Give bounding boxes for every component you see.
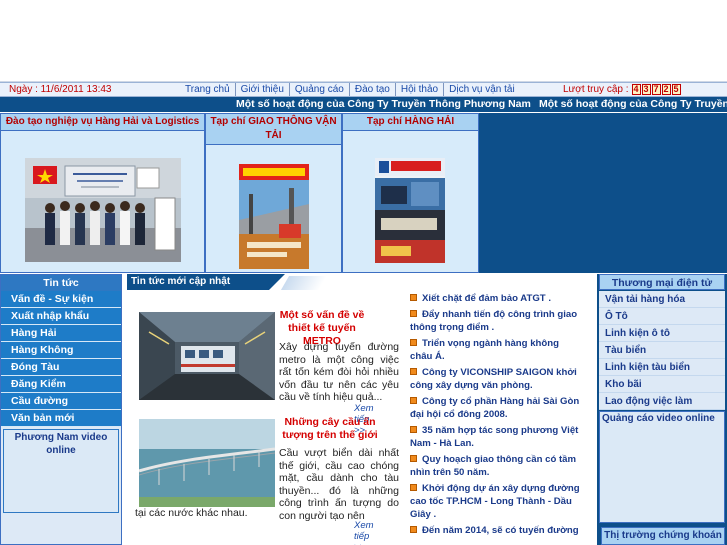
ecommerce-warehouse[interactable]: Kho bãi <box>599 376 725 393</box>
story-bridges-body: Cầu vượt biển dài nhất thế giới, cầu cao… <box>279 447 399 522</box>
stock-market-header[interactable]: Thị trường chứng khoán <box>601 527 725 545</box>
video-online-box: Phương Nam video online <box>3 429 119 513</box>
news-headline[interactable]: Xiết chặt để đảm bảo ATGT . <box>410 292 580 305</box>
bullet-icon <box>410 484 417 491</box>
story-metro-body: Xây dựng tuyến đường metro là một công v… <box>279 341 399 403</box>
marquee-text[interactable]: Một số hoạt động của Công Ty Truyền Thôn… <box>236 97 531 112</box>
category-aviation[interactable]: Hàng Không <box>1 342 121 359</box>
bullet-icon <box>410 368 417 375</box>
left-sidebar: Tin tức Vấn đề - Sự kiện Xuất nhập khẩu … <box>0 274 122 545</box>
news-marquee[interactable]: Một số hoạt động của Công Ty Truyền Thôn… <box>0 97 727 112</box>
menu-about[interactable]: Giới thiệu <box>236 83 290 96</box>
news-headline[interactable]: Công ty cổ phần Hàng hải Sài Gòn đại hội… <box>410 395 580 421</box>
promo-hanghai-title[interactable]: Tạp chí HÀNG HẢI <box>343 114 478 131</box>
news-headline[interactable]: Đến năm 2014, sẽ có tuyến đường <box>410 524 580 537</box>
promo-training-title[interactable]: Đào tạo nghiệp vụ Hàng Hải và Logistics <box>1 114 204 131</box>
video-player-area[interactable] <box>8 459 114 511</box>
news-headline[interactable]: Đẩy nhanh tiến độ công trình giao thông … <box>410 308 580 334</box>
story-bridges-title[interactable]: Những cây cầu ấn tượng trên thế giới <box>277 416 383 442</box>
latest-news-header: Tin tức mới cập nhật <box>127 274 328 290</box>
visit-counter: Lượt truy cập : 4 3 7 2 5 <box>563 83 682 96</box>
news-headline[interactable]: Triển vọng ngành hàng không châu Á. <box>410 337 580 363</box>
date-time: Ngày : 11/6/2011 13:43 <box>9 84 112 95</box>
video-online-title: Phương Nam video online <box>14 432 108 456</box>
gtvt-magazine-cover[interactable] <box>239 164 309 269</box>
visit-counter-label: Lượt truy cập : <box>563 84 629 95</box>
menu-advertising[interactable]: Quảng cáo <box>290 83 350 96</box>
menu-home[interactable]: Trang chủ <box>180 83 236 96</box>
menu-seminar[interactable]: Hội thảo <box>396 83 445 96</box>
main-content: Tin tức mới cập nhật Một số vấn đề về th… <box>127 274 595 545</box>
top-banner <box>0 0 727 82</box>
ecommerce-cars[interactable]: Ô Tô <box>599 308 725 325</box>
menu-transport-services[interactable]: Dịch vụ vận tải <box>444 83 520 96</box>
counter-digit: 3 <box>641 84 651 95</box>
category-import-export[interactable]: Xuất nhập khẩu <box>1 308 121 325</box>
video-ads-box: Quảng cáo video online <box>599 411 725 523</box>
ecommerce-header: Thương mại điện tử <box>599 274 725 290</box>
ecommerce-ships[interactable]: Tàu biển <box>599 342 725 359</box>
ecommerce-jobs[interactable]: Lao động việc làm <box>599 393 725 410</box>
news-headline[interactable]: 35 năm hợp tác song phương Việt Nam - Hà… <box>410 424 580 450</box>
promo-training[interactable]: Đào tạo nghiệp vụ Hàng Hải và Logistics <box>0 113 205 273</box>
news-headline[interactable]: Công ty VICONSHIP SAIGON khởi công xây d… <box>410 366 580 392</box>
story-bridges-more-link[interactable]: Xem tiếp >> <box>354 520 374 545</box>
promo-gtvt-title[interactable]: Tạp chí GIAO THÔNG VẬN TẢI <box>206 114 341 145</box>
ecommerce-menu: Vận tải hàng hóa Ô Tô Linh kiện ô tô Tàu… <box>599 291 725 410</box>
category-maritime[interactable]: Hàng Hải <box>1 325 121 342</box>
bullet-icon <box>410 526 417 533</box>
bullet-icon <box>410 397 417 404</box>
video-ads-title: Quảng cáo video online <box>602 413 715 424</box>
bullet-icon <box>410 455 417 462</box>
category-bridges-roads[interactable]: Cầu đường <box>1 393 121 410</box>
counter-digit: 2 <box>661 84 671 95</box>
ecommerce-ship-parts[interactable]: Linh kiện tàu biển <box>599 359 725 376</box>
counter-digit: 4 <box>631 84 641 95</box>
news-headline-list: Xiết chặt để đảm bảo ATGT . Đẩy nhanh ti… <box>410 292 580 540</box>
menu-training[interactable]: Đào tạo <box>350 83 396 96</box>
promo-blue-panel <box>479 113 727 273</box>
bullet-icon <box>410 310 417 317</box>
main-menu: Trang chủ Giới thiệu Quảng cáo Đào tạo H… <box>180 83 520 96</box>
category-issues-events[interactable]: Vấn đề - Sự kiện <box>1 291 121 308</box>
story-bridges-body-tail: tại các nước khác nhau. <box>135 507 248 519</box>
hanghai-magazine-cover[interactable] <box>375 158 445 263</box>
bridge-photo[interactable] <box>138 419 276 507</box>
bullet-icon <box>410 339 417 346</box>
news-category-header: Tin tức <box>1 275 121 291</box>
marquee-text-repeat[interactable]: Một số hoạt động của Công Ty Truyền T <box>539 97 727 112</box>
right-sidebar: Thương mại điện tử Vận tải hàng hóa Ô Tô… <box>597 274 727 545</box>
promo-gtvt-magazine[interactable]: Tạp chí GIAO THÔNG VẬN TẢI <box>205 113 342 273</box>
latest-news-title: Tin tức mới cập nhật <box>127 274 269 290</box>
ecommerce-car-parts[interactable]: Linh kiện ô tô <box>599 325 725 342</box>
category-new-documents[interactable]: Văn bản mới <box>1 410 121 427</box>
counter-digit: 5 <box>671 84 681 95</box>
metro-photo[interactable] <box>139 312 275 400</box>
counter-digit: 7 <box>651 84 661 95</box>
nav-bar: Ngày : 11/6/2011 13:43 Trang chủ Giới th… <box>0 82 727 97</box>
promo-hanghai-magazine[interactable]: Tạp chí HÀNG HẢI <box>342 113 479 273</box>
category-shipbuilding[interactable]: Đóng Tàu <box>1 359 121 376</box>
bullet-icon <box>410 426 417 433</box>
ecommerce-freight[interactable]: Vận tải hàng hóa <box>599 291 725 308</box>
training-photo[interactable] <box>25 158 181 262</box>
news-headline[interactable]: Quy hoạch giao thông cần có tầm nhìn trê… <box>410 453 580 479</box>
category-registry[interactable]: Đăng Kiểm <box>1 376 121 393</box>
bullet-icon <box>410 294 417 301</box>
news-headline[interactable]: Khởi động dự án xây dựng đường cao tốc T… <box>410 482 580 521</box>
